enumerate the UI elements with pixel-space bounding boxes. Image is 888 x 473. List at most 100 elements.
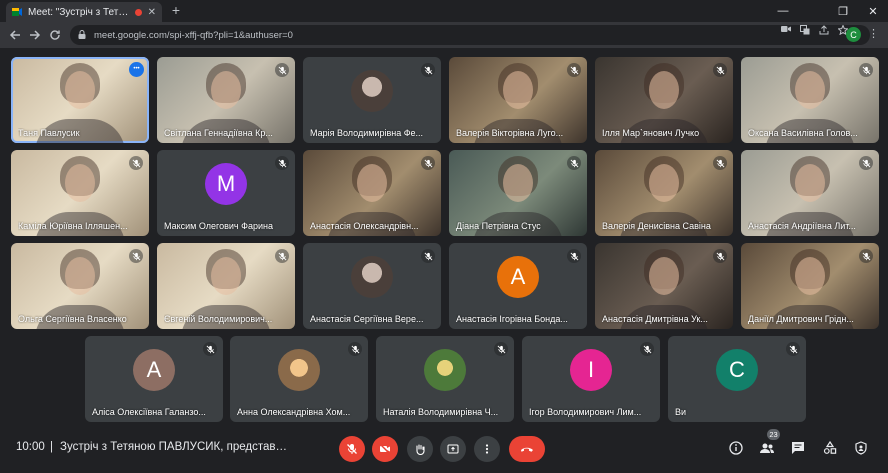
video-feed-face bbox=[649, 256, 679, 295]
muted-microphone-icon bbox=[129, 156, 143, 170]
profile-photo bbox=[351, 256, 393, 299]
participant-tile[interactable]: Валерія Денисівна Савіна bbox=[595, 150, 733, 236]
new-tab-button[interactable]: + bbox=[168, 2, 184, 18]
participant-tile[interactable]: ••• Таня Павлусик bbox=[11, 57, 149, 143]
video-feed-face bbox=[503, 163, 533, 202]
participant-tile[interactable]: Оксана Василівна Голов... bbox=[741, 57, 879, 143]
participant-name: Анна Олександрівна Хом... bbox=[237, 407, 351, 417]
participant-name: Даніїл Дмитрович Грідн... bbox=[748, 314, 854, 324]
participant-tile[interactable]: Світлана Геннадіївна Кр... bbox=[157, 57, 295, 143]
present-screen-button[interactable] bbox=[440, 436, 466, 462]
participant-name: Оксана Василівна Голов... bbox=[748, 128, 858, 138]
window-close-button[interactable]: ✕ bbox=[858, 0, 888, 22]
participant-tile[interactable]: C Ви bbox=[668, 336, 806, 422]
participant-tile[interactable]: Марія Володимирівна Фе... bbox=[303, 57, 441, 143]
participant-tile[interactable]: Анастасія Сергіївна Вере... bbox=[303, 243, 441, 329]
participant-tile[interactable]: Анастасія Олександрівн... bbox=[303, 150, 441, 236]
participant-tile[interactable]: Валерія Вікторівна Луго... bbox=[449, 57, 587, 143]
muted-microphone-icon bbox=[713, 156, 727, 170]
muted-microphone-icon bbox=[494, 342, 508, 356]
raise-hand-button[interactable] bbox=[407, 436, 433, 462]
profile-photo bbox=[278, 349, 320, 392]
more-options-button[interactable] bbox=[474, 436, 500, 462]
microphone-toggle-button[interactable] bbox=[339, 436, 365, 462]
muted-microphone-icon bbox=[713, 63, 727, 77]
participant-tile[interactable]: Каміла Юріївна Ілляшен... bbox=[11, 150, 149, 236]
video-feed-face bbox=[795, 70, 825, 109]
participant-name: Анастасія Сергіївна Вере... bbox=[310, 314, 424, 324]
profile-photo bbox=[424, 349, 466, 392]
participant-tile[interactable]: Ольга Сергіївна Власенко bbox=[11, 243, 149, 329]
participant-tile[interactable]: M Максим Олегович Фарина bbox=[157, 150, 295, 236]
participants-icon[interactable] bbox=[757, 438, 777, 458]
participant-name: Таня Павлусик bbox=[18, 128, 80, 138]
participant-tile[interactable]: І Ігор Володимирович Лим... bbox=[522, 336, 660, 422]
meeting-clock: 10:00 bbox=[16, 441, 45, 453]
reload-icon[interactable] bbox=[46, 26, 64, 44]
participant-name: Анастасія Ігорівна Бонда... bbox=[456, 314, 568, 324]
muted-microphone-icon bbox=[203, 342, 217, 356]
participant-name: Валерія Вікторівна Луго... bbox=[456, 128, 564, 138]
muted-microphone-icon bbox=[567, 249, 581, 263]
translate-icon[interactable] bbox=[800, 25, 810, 37]
share-icon[interactable] bbox=[819, 25, 829, 37]
participant-avatar: І bbox=[570, 349, 612, 392]
participant-tile[interactable]: Анастасія Дмитрівна Ук... bbox=[595, 243, 733, 329]
muted-microphone-icon bbox=[421, 249, 435, 263]
profile-avatar[interactable]: C bbox=[846, 27, 861, 42]
participant-tile[interactable]: Анна Олександрівна Хом... bbox=[230, 336, 368, 422]
omnibox-actions bbox=[781, 24, 849, 37]
participant-avatar: A bbox=[497, 256, 539, 299]
minimize-button[interactable]: — bbox=[768, 0, 798, 22]
tab-close-icon[interactable]: ✕ bbox=[148, 7, 156, 18]
host-controls-icon[interactable] bbox=[851, 438, 871, 458]
muted-microphone-icon bbox=[567, 156, 581, 170]
participant-tile[interactable]: A Анастасія Ігорівна Бонда... bbox=[449, 243, 587, 329]
tile-options-icon[interactable]: ••• bbox=[129, 62, 144, 77]
participant-tile[interactable]: Євгеній Володимирович... bbox=[157, 243, 295, 329]
participant-name: Анастасія Олександрівн... bbox=[310, 221, 419, 231]
participant-name: Наталія Володимирівна Ч... bbox=[383, 407, 499, 417]
meeting-details-icon[interactable] bbox=[726, 438, 746, 458]
activities-icon[interactable] bbox=[820, 438, 840, 458]
muted-microphone-icon bbox=[567, 63, 581, 77]
muted-microphone-icon bbox=[275, 63, 289, 77]
lock-icon bbox=[78, 29, 86, 41]
muted-microphone-icon bbox=[713, 249, 727, 263]
camera-toggle-button[interactable] bbox=[372, 436, 398, 462]
participant-name: Ви bbox=[675, 407, 687, 417]
muted-microphone-icon bbox=[129, 249, 143, 263]
muted-microphone-icon bbox=[859, 63, 873, 77]
participant-tile[interactable]: Даніїл Дмитрович Грідн... bbox=[741, 243, 879, 329]
participant-tile[interactable]: Анастасія Андріївна Лит... bbox=[741, 150, 879, 236]
muted-microphone-icon bbox=[421, 156, 435, 170]
maximize-button[interactable]: ❐ bbox=[828, 0, 858, 22]
browser-menu-icon[interactable]: ⋮ bbox=[868, 27, 879, 40]
profile-photo bbox=[351, 70, 393, 113]
video-feed-face bbox=[65, 70, 95, 109]
chat-icon[interactable] bbox=[788, 438, 808, 458]
video-feed-face bbox=[211, 256, 241, 295]
muted-microphone-icon bbox=[786, 342, 800, 356]
participant-name: Валерія Денисівна Савіна bbox=[602, 221, 711, 231]
back-arrow-icon[interactable] bbox=[6, 26, 24, 44]
forward-arrow-icon[interactable] bbox=[26, 26, 44, 44]
address-bar[interactable]: meet.google.com/spi-xffj-qfb?pli=1&authu… bbox=[70, 25, 870, 45]
meeting-title: Зустріч з Тетяною ПАВЛУСИК, представниц.… bbox=[60, 441, 292, 453]
participant-avatar: M bbox=[205, 163, 247, 206]
participant-tile[interactable]: A Аліса Олексіївна Галанзо... bbox=[85, 336, 223, 422]
end-call-button[interactable] bbox=[509, 436, 545, 462]
video-feed-face bbox=[211, 70, 241, 109]
present-icon bbox=[447, 444, 459, 454]
participant-name: Анастасія Андріївна Лит... bbox=[748, 221, 856, 231]
browser-tab-meet[interactable]: Meet: "Зустріч з Тетяною П ✕ bbox=[6, 2, 162, 22]
participant-name: Євгеній Володимирович... bbox=[164, 314, 273, 324]
participant-tile[interactable]: Діана Петрівна Стус bbox=[449, 150, 587, 236]
participant-name: Світлана Геннадіївна Кр... bbox=[164, 128, 273, 138]
more-vertical-icon bbox=[485, 444, 489, 454]
participant-tile[interactable]: Наталія Володимирівна Ч... bbox=[376, 336, 514, 422]
camera-icon[interactable] bbox=[781, 25, 791, 37]
video-feed-face bbox=[795, 256, 825, 295]
participant-tile[interactable]: Ілля Мар`янович Лучко bbox=[595, 57, 733, 143]
url-text: meet.google.com/spi-xffj-qfb?pli=1&authu… bbox=[94, 29, 293, 41]
